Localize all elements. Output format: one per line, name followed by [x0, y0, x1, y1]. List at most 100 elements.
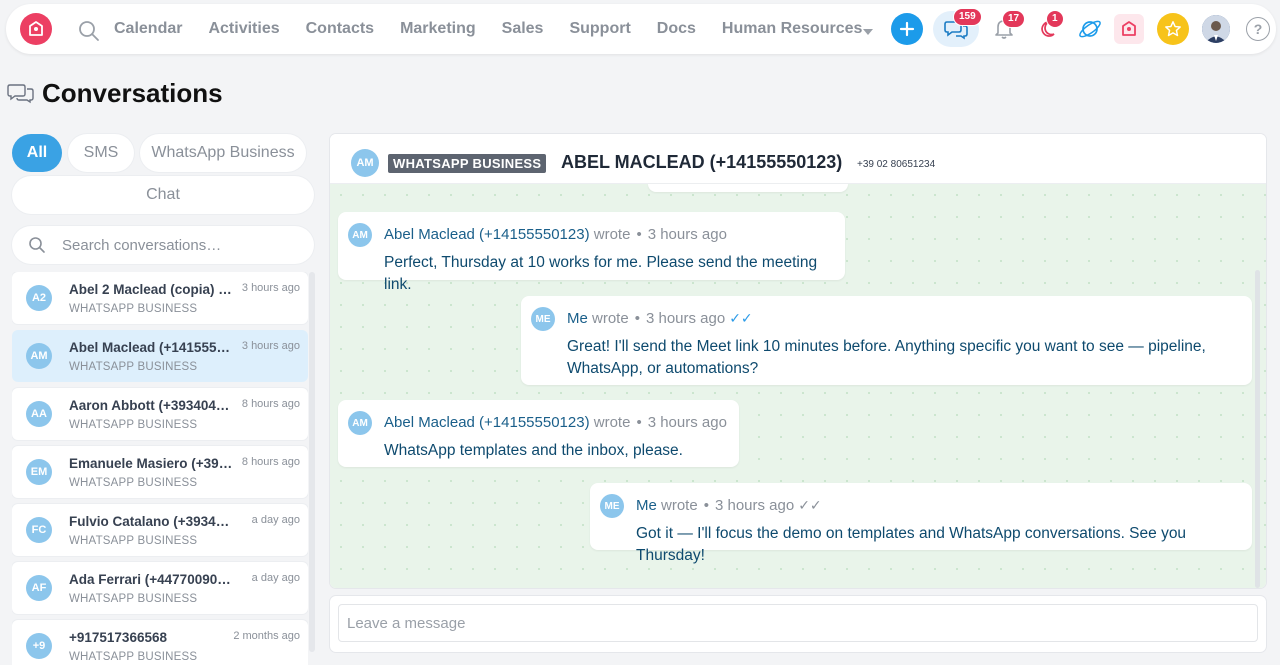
- channel-tag: WHATSAPP BUSINESS: [388, 154, 547, 173]
- nav-activities[interactable]: Activities: [208, 20, 279, 38]
- avatar: AM: [348, 223, 372, 247]
- planet-icon: [1079, 20, 1101, 38]
- nav-human-resources[interactable]: Human Resources: [722, 20, 863, 38]
- contact-avatar: AM: [351, 149, 379, 177]
- search-conversations-input[interactable]: [62, 236, 292, 254]
- message-meta: Me wrote • 3 hours ago ✓✓: [636, 497, 822, 514]
- avatar: AM: [348, 411, 372, 435]
- chat-panel: AM WHATSAPP BUSINESS ABEL MACLEAD (+1415…: [330, 134, 1266, 588]
- message-composer: [330, 596, 1266, 652]
- message-time: 3 hours ago: [714, 497, 795, 514]
- conversations-icon: [7, 83, 34, 103]
- app-switcher-button[interactable]: [1114, 14, 1144, 44]
- message-bubble-outgoing: ME Me wrote • 3 hours ago ✓✓ Great! I'll se…: [521, 296, 1252, 385]
- conversations-button[interactable]: 159: [933, 8, 982, 47]
- add-button[interactable]: [891, 13, 923, 45]
- message-bubble-incoming: AM Abel Maclead (+14155550123) wrote • 3 h…: [338, 212, 845, 293]
- conversation-time: 3 hours ago: [241, 340, 300, 352]
- message-meta: Abel Maclead (+14155550123) wrote • 3 hour…: [384, 414, 727, 431]
- conversation-time: 3 hours ago: [241, 282, 300, 294]
- message-verb: wrote: [593, 414, 631, 431]
- avatar: ME: [531, 307, 555, 331]
- conversation-channel: WHATSAPP BUSINESS: [69, 303, 198, 315]
- filter-sms[interactable]: SMS: [68, 134, 134, 172]
- help-button[interactable]: ?: [1246, 17, 1270, 41]
- conversation-name: Abel 2 Maclead (copia) (+12…: [69, 282, 235, 297]
- notifications-count-badge: 17: [1002, 10, 1026, 28]
- message-text: WhatsApp templates and the inbox, please…: [384, 442, 683, 459]
- separator-dot: •: [636, 226, 642, 243]
- nav-support[interactable]: Support: [569, 20, 630, 38]
- nav-sales[interactable]: Sales: [502, 20, 544, 38]
- conversation-time: a day ago: [251, 514, 300, 526]
- star-icon: [1165, 21, 1181, 37]
- filter-chat[interactable]: Chat: [12, 176, 314, 214]
- separator-dot: •: [634, 310, 640, 327]
- contact-phone: +39 02 80651234: [857, 159, 936, 170]
- conversation-channel: WHATSAPP BUSINESS: [69, 651, 198, 663]
- user-avatar[interactable]: [1202, 15, 1230, 43]
- nav-docs[interactable]: Docs: [657, 20, 696, 38]
- conversation-channel: WHATSAPP BUSINESS: [69, 361, 198, 373]
- filter-all[interactable]: All: [12, 134, 62, 172]
- conversation-item[interactable]: AF Ada Ferrari (+4477009001… WHATSAPP BU…: [12, 562, 308, 614]
- message-bubble-partial: [648, 184, 848, 192]
- message-time: 3 hours ago: [647, 226, 727, 243]
- conversation-item[interactable]: FC Fulvio Catalano (+393404… WHATSAPP BU…: [12, 504, 308, 556]
- contact-name[interactable]: ABEL MACLEAD (+14155550123): [561, 152, 842, 173]
- avatar: ME: [600, 494, 624, 518]
- message-text: Perfect, Thursday at 10 works for me. Pl…: [384, 254, 818, 293]
- conversation-list-scrollbar[interactable]: [309, 272, 315, 652]
- conversation-channel: WHATSAPP BUSINESS: [69, 419, 198, 431]
- thread-scrollbar[interactable]: [1255, 270, 1260, 588]
- conversation-name: Fulvio Catalano (+393404…: [69, 514, 235, 529]
- message-input[interactable]: [338, 604, 1258, 642]
- app-logo-icon[interactable]: [20, 13, 52, 45]
- message-bubble-incoming: AM Abel Maclead (+14155550123) wrote • 3 h…: [338, 400, 739, 467]
- conversation-item[interactable]: +9 +917517366568 WHATSAPP BUSINESS 2 mon…: [12, 620, 308, 665]
- activity-count-badge: 1: [1046, 10, 1064, 28]
- nav-contacts[interactable]: Contacts: [306, 20, 374, 38]
- search-icon[interactable]: [78, 20, 100, 42]
- message-time: 3 hours ago: [645, 310, 726, 327]
- message-time: 3 hours ago: [647, 414, 727, 431]
- avatar: AF: [26, 575, 52, 601]
- delivered-ticks-icon: ✓✓: [798, 497, 822, 513]
- avatar: EM: [26, 459, 52, 485]
- conversation-search: [12, 226, 314, 264]
- page-title: Conversations: [42, 78, 223, 108]
- conversation-name: Aaron Abbott (+3934040…: [69, 398, 235, 413]
- nav-calendar[interactable]: Calendar: [114, 20, 182, 38]
- avatar: +9: [26, 633, 52, 659]
- filter-whatsapp-business[interactable]: WhatsApp Business: [140, 134, 306, 172]
- conversation-item[interactable]: AA Aaron Abbott (+3934040… WHATSAPP BUSI…: [12, 388, 308, 440]
- conversation-item-active[interactable]: AM Abel Maclead (+1415555… WHATSAPP BUSI…: [12, 330, 308, 382]
- message-text: Great! I'll send the Meet link 10 minute…: [567, 336, 1206, 380]
- conversation-name: Emanuele Masiero (+393…: [69, 456, 235, 471]
- conversation-item[interactable]: EM Emanuele Masiero (+393… WHATSAPP BUSI…: [12, 446, 308, 498]
- conversation-item[interactable]: A2 Abel 2 Maclead (copia) (+12… WHATSAPP…: [12, 272, 308, 324]
- conversation-name: +917517366568: [69, 630, 167, 645]
- conversation-list: A2 Abel 2 Maclead (copia) (+12… WHATSAPP…: [12, 272, 308, 665]
- conversation-time: 2 months ago: [233, 630, 300, 642]
- message-text-line: Great! I'll send the Meet link 10 minute…: [567, 338, 1206, 355]
- conversation-channel: WHATSAPP BUSINESS: [69, 593, 198, 605]
- read-ticks-icon: ✓✓: [729, 310, 753, 326]
- chevron-down-icon[interactable]: [861, 24, 875, 35]
- plus-icon: [899, 21, 915, 37]
- avatar: A2: [26, 285, 52, 311]
- conversation-channel: WHATSAPP BUSINESS: [69, 535, 198, 547]
- notifications-button[interactable]: 17: [988, 10, 1026, 45]
- activity-button[interactable]: 1: [1034, 10, 1066, 45]
- app-icon: [1122, 21, 1136, 36]
- conversation-time: a day ago: [251, 572, 300, 584]
- message-author: Abel Maclead (+14155550123): [384, 226, 590, 243]
- message-thread[interactable]: AM Abel Maclead (+14155550123) wrote • 3 h…: [330, 184, 1266, 588]
- conversation-name: Ada Ferrari (+4477009001…: [69, 572, 235, 587]
- favorites-button[interactable]: [1157, 13, 1189, 45]
- avatar: FC: [26, 517, 52, 543]
- avatar: AM: [26, 343, 52, 369]
- integrations-button[interactable]: [1074, 13, 1106, 45]
- main-nav: Calendar Activities Contacts Marketing S…: [114, 4, 888, 54]
- nav-marketing[interactable]: Marketing: [400, 20, 476, 38]
